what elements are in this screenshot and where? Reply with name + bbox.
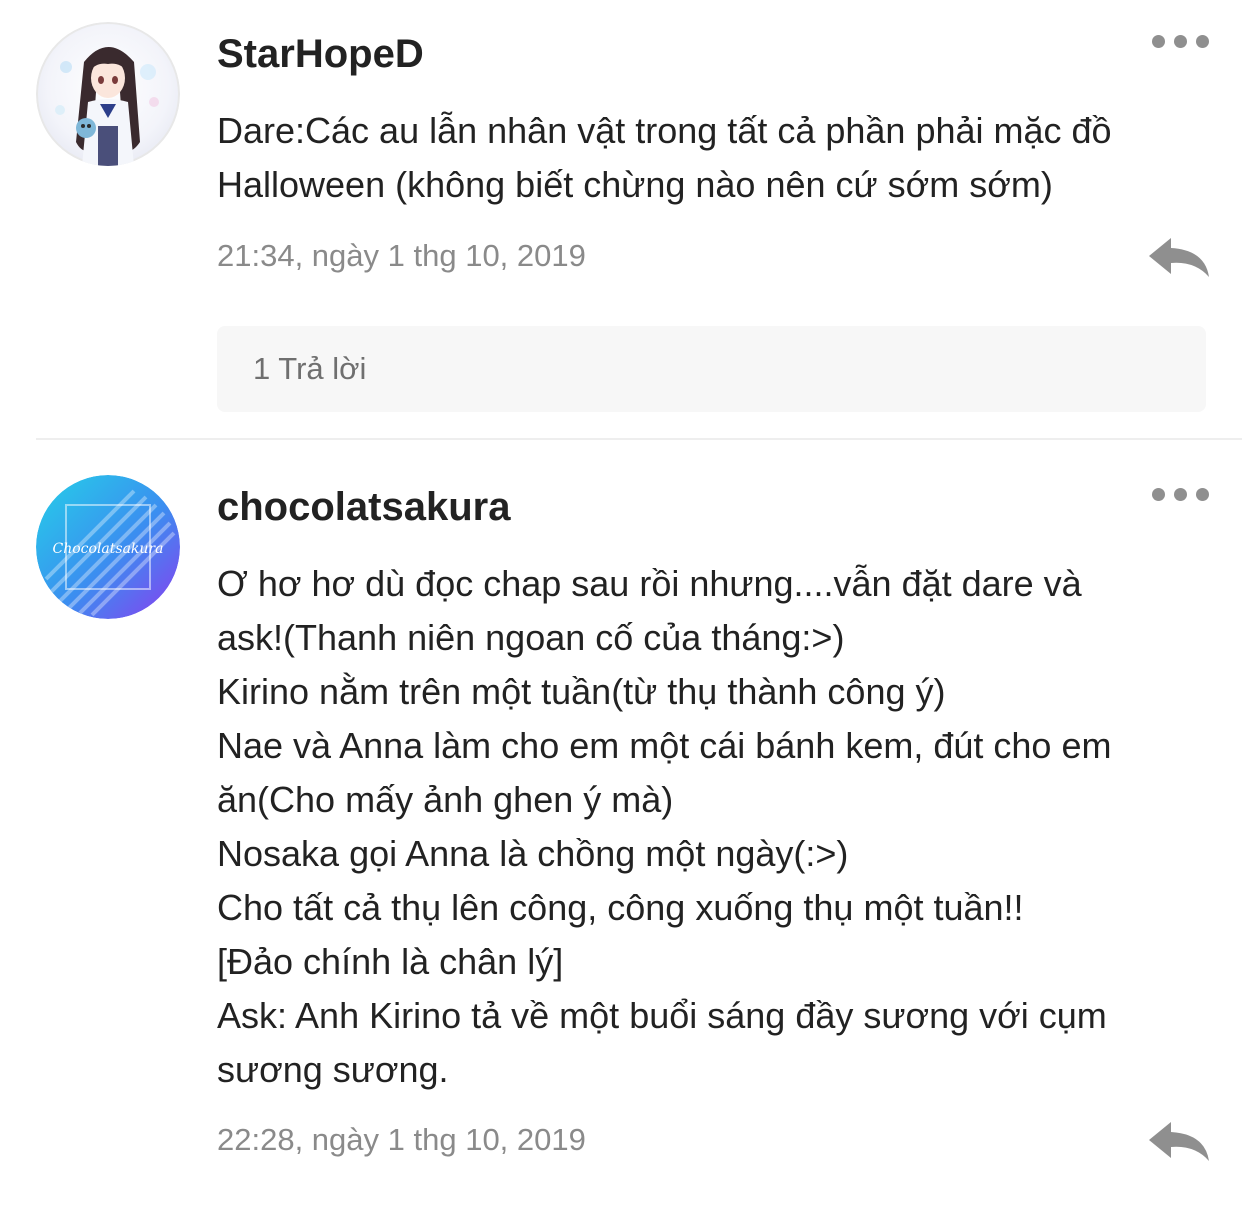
comment-line: Halloween (không biết chừng nào nên cứ s… bbox=[217, 164, 1053, 205]
comment-text: Dare:Các au lẫn nhân vật trong tất cả ph… bbox=[217, 104, 1207, 212]
avatar[interactable]: Chocolatsakura bbox=[36, 475, 180, 619]
comment-line: Dare:Các au lẫn nhân vật trong tất cả ph… bbox=[217, 110, 1112, 151]
comment-line: Nosaka gọi Anna là chồng một ngày(:>) bbox=[217, 833, 849, 874]
replies-count-label: 1 Trả lời bbox=[253, 351, 367, 386]
more-options-button[interactable] bbox=[1140, 479, 1220, 509]
username[interactable]: StarHopeD bbox=[217, 30, 424, 78]
comment-line: Cho tất cả thụ lên công, công xuống thụ … bbox=[217, 887, 1024, 928]
more-options-button[interactable] bbox=[1140, 26, 1220, 56]
more-dot bbox=[1195, 487, 1209, 501]
comment-line: ăn(Cho mấy ảnh ghen ý mà) bbox=[217, 779, 674, 820]
view-replies-button[interactable]: 1 Trả lời bbox=[217, 326, 1206, 412]
comment-text: Ơ hơ hơ dù đọc chap sau rồi nhưng....vẫn… bbox=[217, 557, 1207, 1097]
comment-line: Nae và Anna làm cho em một cái bánh kem,… bbox=[217, 725, 1112, 766]
more-dot bbox=[1173, 487, 1187, 501]
more-horizontal-icon bbox=[1151, 487, 1165, 501]
comment-line: ask!(Thanh niên ngoan cố của tháng:>) bbox=[217, 617, 845, 658]
comment-item: Chocolatsakura chocolatsakura Ơ hơ hơ dù… bbox=[0, 440, 1242, 1221]
anime-girl-avatar-icon bbox=[36, 22, 180, 166]
comment-line: sương sương. bbox=[217, 1049, 449, 1090]
comment-line: Ơ hơ hơ dù đọc chap sau rồi nhưng....vẫn… bbox=[217, 563, 1082, 604]
comment-line: [Đảo chính là chân lý] bbox=[217, 941, 564, 982]
avatar[interactable] bbox=[36, 22, 180, 166]
reply-button[interactable] bbox=[1143, 1116, 1213, 1166]
more-horizontal-icon bbox=[1151, 34, 1165, 48]
reply-arrow-icon bbox=[1149, 1122, 1209, 1161]
comment-item: StarHopeD Dare:Các au lẫn nhân vật trong… bbox=[0, 0, 1242, 438]
comment-timestamp: 21:34, ngày 1 thg 10, 2019 bbox=[217, 238, 586, 273]
more-dot bbox=[1173, 34, 1187, 48]
username[interactable]: chocolatsakura bbox=[217, 483, 510, 531]
svg-text:Chocolatsakura: Chocolatsakura bbox=[53, 541, 164, 557]
comment-line: Ask: Anh Kirino tả về một buổi sáng đầy … bbox=[217, 995, 1107, 1036]
comment-timestamp: 22:28, ngày 1 thg 10, 2019 bbox=[217, 1122, 586, 1157]
comment-line: Kirino nằm trên một tuần(từ thụ thành cô… bbox=[217, 671, 946, 712]
reply-button[interactable] bbox=[1143, 232, 1213, 282]
more-dot bbox=[1195, 34, 1209, 48]
chocolatsakura-logo-avatar-icon: Chocolatsakura bbox=[36, 475, 180, 619]
reply-arrow-icon bbox=[1149, 238, 1209, 277]
